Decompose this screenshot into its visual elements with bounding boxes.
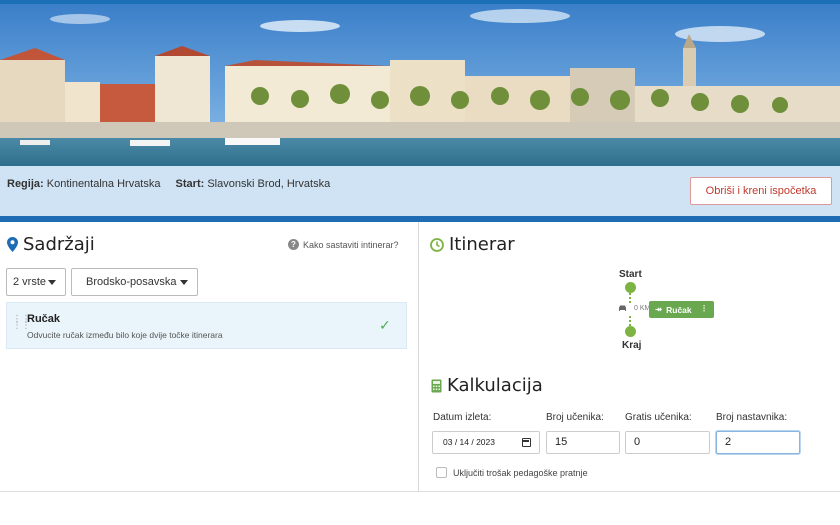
question-circle-icon: ? — [288, 239, 299, 250]
county-filter-select[interactable]: Brodsko-posavska — [71, 268, 198, 296]
pedagogical-cost-option[interactable]: Uključiti trošak pedagoške pratnje — [436, 467, 588, 478]
content-item-description: Odvucite ručak između bilo koje dvije to… — [27, 330, 223, 340]
start-value: Slavonski Brod, Hrvatska — [207, 178, 331, 190]
itinerary-start-dot — [625, 282, 636, 293]
itinerary-distance: 0 KM — [618, 304, 650, 312]
calculator-icon — [431, 379, 442, 392]
type-filter-select[interactable]: 2 vrste — [6, 268, 66, 296]
itinerary-start-label: Start — [619, 269, 642, 280]
itinerary-title-text: Itinerar — [449, 234, 515, 255]
arrow-right-icon: ↠ — [655, 304, 663, 314]
teachers-label: Broj nastavnika: — [716, 412, 788, 423]
date-label: Datum izleta: — [433, 412, 492, 423]
free-students-value: 0 — [634, 436, 641, 448]
content-item-lunch[interactable]: ⋮⋮ ⋮⋮ Ručak Odvucite ručak između bilo ko… — [6, 302, 407, 349]
date-value: 03 / 14 / 2023 — [443, 437, 495, 447]
hero-banner-image — [0, 4, 840, 166]
drag-handle-icon[interactable]: ⋮ — [700, 304, 708, 313]
students-value: 15 — [555, 436, 568, 448]
content-title-text: Sadržaji — [23, 234, 95, 255]
itinerary-end-label: Kraj — [622, 340, 642, 351]
pedagogical-cost-checkbox[interactable] — [436, 467, 447, 478]
content-item-title: Ručak — [27, 313, 61, 325]
itinerary-stop-lunch[interactable]: ↠ Ručak ⋮ — [649, 301, 714, 318]
date-input[interactable]: 03 / 14 / 2023 — [432, 431, 540, 454]
content-title: Sadržaji — [7, 234, 95, 255]
help-link[interactable]: ? Kako sastaviti intinerar? — [288, 239, 399, 250]
itinerary-title: Itinerar — [430, 234, 515, 255]
itinerary-end-dot — [625, 326, 636, 337]
itinerary-distance-text: 0 KM — [634, 304, 651, 312]
pedagogical-cost-label: Uključiti trošak pedagoške pratnje — [453, 467, 588, 478]
type-filter-value: 2 vrste — [13, 276, 47, 288]
students-input[interactable]: 15 — [546, 431, 620, 454]
chevron-down-icon — [180, 280, 188, 285]
county-filter-value: Brodsko-posavska — [86, 276, 177, 288]
calculation-title: Kalkulacija — [431, 375, 543, 396]
reset-button[interactable]: Obriši i kreni ispočetka — [690, 177, 832, 205]
itinerary-connector — [629, 316, 631, 326]
calculation-title-text: Kalkulacija — [447, 375, 543, 396]
teachers-value: 2 — [725, 436, 732, 448]
free-students-label: Gratis učenika: — [625, 412, 692, 423]
itinerary-connector — [629, 293, 631, 303]
checkmark-icon: ✓ — [379, 317, 391, 333]
itinerary-panel: Itinerar Start 0 KM ↠ Ručak ⋮ Kraj Kalku… — [419, 222, 840, 492]
teachers-input[interactable]: 2 — [716, 431, 800, 454]
region-value: Kontinentalna Hrvatska — [46, 178, 161, 190]
map-pin-icon — [7, 237, 18, 252]
content-panel: Sadržaji ? Kako sastaviti intinerar? 2 v… — [0, 222, 418, 492]
region-label: Regija: — [7, 178, 44, 190]
clock-icon — [430, 237, 444, 252]
car-icon — [619, 305, 626, 311]
help-link-text: Kako sastaviti intinerar? — [303, 239, 399, 250]
trip-summary: Regija: Kontinentalna Hrvatska Start: Sl… — [7, 178, 330, 190]
start-label: Start: — [175, 178, 205, 190]
calendar-icon[interactable] — [522, 438, 531, 447]
chevron-down-icon — [48, 280, 56, 285]
students-label: Broj učenika: — [546, 412, 604, 423]
free-students-input[interactable]: 0 — [625, 431, 710, 454]
footer-border — [0, 491, 840, 492]
itinerary-stop-label: Ručak — [666, 304, 692, 315]
